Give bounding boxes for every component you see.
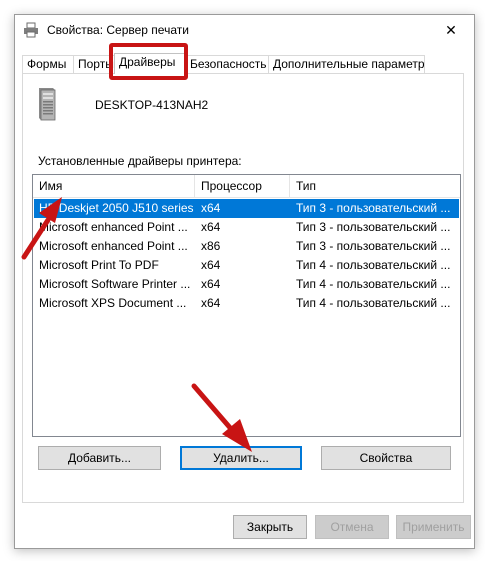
annotation-arrows (21, 197, 252, 452)
arrow-to-remove-button-icon (191, 383, 252, 452)
arrow-to-selected-driver-icon (21, 197, 62, 260)
